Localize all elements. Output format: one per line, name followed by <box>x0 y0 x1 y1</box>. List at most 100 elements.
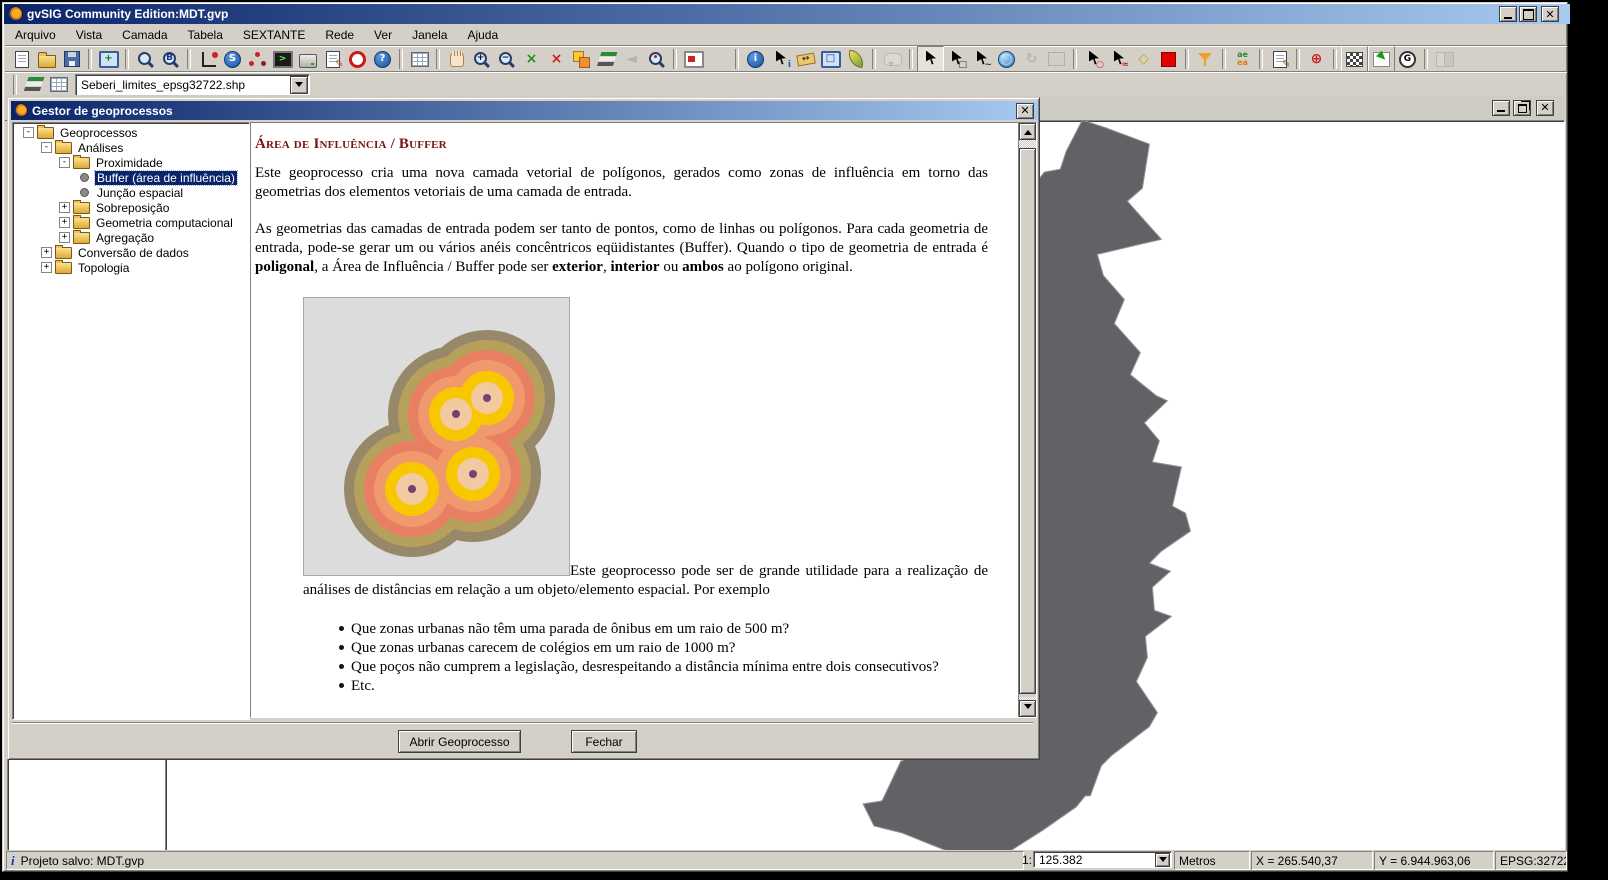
info-button[interactable]: i <box>743 47 768 71</box>
tree-item-topologia[interactable]: +Topologia <box>13 260 249 275</box>
extra-panel-button[interactable] <box>1044 47 1069 71</box>
layer-stack-button[interactable] <box>594 47 619 71</box>
select-view-globe-button[interactable] <box>994 47 1019 71</box>
select-point-button[interactable] <box>917 46 944 72</box>
project-preview-button[interactable] <box>133 47 158 71</box>
menu-item-sextante[interactable]: SEXTANTE <box>233 26 315 44</box>
zoom-out-button[interactable]: − <box>494 47 519 71</box>
scroll-thumb[interactable] <box>1019 148 1036 694</box>
close-button[interactable]: ✕ <box>1541 6 1559 22</box>
layer-selector[interactable]: Seberi_limites_epsg32722.shp <box>75 74 310 96</box>
layer-visibility-icon[interactable] <box>21 73 46 97</box>
select-lasso-button[interactable]: ~ <box>969 47 994 71</box>
menu-item-arquivo[interactable]: Arquivo <box>5 26 66 44</box>
menu-item-ajuda[interactable]: Ajuda <box>457 26 508 44</box>
tree-item-buffer[interactable]: Buffer (área de influência) <box>13 170 249 185</box>
scale-dropdown-button[interactable] <box>1155 853 1170 867</box>
table-manager-button[interactable] <box>407 47 432 71</box>
tree-item-agregacao[interactable]: +Agregação <box>13 230 249 245</box>
view-restore-button[interactable] <box>1513 100 1531 116</box>
locator-button[interactable] <box>706 47 731 71</box>
geolocation-g-button[interactable]: G <box>1395 47 1420 71</box>
new-document-button[interactable] <box>9 47 34 71</box>
tree-item-juncao-espacial[interactable]: Junção espacial <box>13 185 249 200</box>
open-geoprocess-button[interactable]: Abrir Geoprocesso <box>398 730 521 753</box>
menu-item-ver[interactable]: Ver <box>364 26 402 44</box>
menu-item-vista[interactable]: Vista <box>66 26 112 44</box>
tree-item-analises[interactable]: -Análises <box>13 140 249 155</box>
open-project-button[interactable] <box>34 47 59 71</box>
vector-selection-button[interactable] <box>1368 46 1395 72</box>
content-scrollbar[interactable] <box>1018 123 1036 717</box>
scroll-down-button[interactable] <box>1019 700 1036 717</box>
zoom-in-button[interactable]: + <box>469 47 494 71</box>
zoom-selection-button[interactable]: • <box>644 47 669 71</box>
new-view-button[interactable]: + <box>96 47 121 71</box>
maximize-button[interactable] <box>1519 6 1537 22</box>
minimize-button[interactable] <box>1499 6 1517 22</box>
zoom-previous-button[interactable]: × <box>544 47 569 71</box>
measure-distance-button[interactable]: ↔ <box>793 47 818 71</box>
add-event-layer-button[interactable] <box>195 47 220 71</box>
navigation-back-button[interactable]: ◄ <box>619 47 644 71</box>
view-close-button[interactable]: ✕ <box>1536 100 1554 116</box>
zoom-full-extent-button[interactable]: × <box>519 47 544 71</box>
find-by-id-button[interactable]: B <box>158 47 183 71</box>
expand-icon[interactable]: + <box>59 232 70 243</box>
filter-button[interactable] <box>1193 47 1218 71</box>
menu-item-janela[interactable]: Janela <box>402 26 457 44</box>
tree-item-geoprocessos[interactable]: -Geoprocessos <box>13 125 249 140</box>
center-view-button[interactable]: ⊕ <box>1304 47 1329 71</box>
save-project-button[interactable] <box>59 47 84 71</box>
scale-selector[interactable]: 125.382 <box>1033 851 1172 868</box>
overview-map-button[interactable] <box>681 47 706 71</box>
gvsig-brand-button[interactable] <box>843 47 868 71</box>
record-target-button[interactable] <box>345 47 370 71</box>
measure-area-button[interactable]: □ <box>818 47 843 71</box>
raster-selection-button[interactable] <box>1341 46 1368 72</box>
query-point-button[interactable]: i <box>768 47 793 71</box>
menu-item-tabela[interactable]: Tabela <box>178 26 233 44</box>
select-rectangle-button[interactable]: □ <box>944 47 969 71</box>
select-buffer-button[interactable]: ◇ <box>1131 47 1156 71</box>
scroll-track[interactable] <box>1019 140 1036 148</box>
select-circle-button[interactable]: ○ <box>1081 47 1106 71</box>
sextante-toolbox-button[interactable]: S <box>220 47 245 71</box>
dialog-close-button[interactable]: ✕ <box>1016 103 1034 119</box>
toc-order-icon[interactable] <box>46 73 71 97</box>
close-dialog-button[interactable]: Fechar <box>571 730 637 753</box>
collapse-icon[interactable]: - <box>59 157 70 168</box>
tree-item-conversao-de-dados[interactable]: +Conversão de dados <box>13 245 249 260</box>
console-button[interactable]: > <box>270 47 295 71</box>
dialog-titlebar[interactable]: Gestor de geoprocessos ✕ <box>11 101 1038 120</box>
geoprocess-molecule-button[interactable] <box>245 47 270 71</box>
select-polyline-button[interactable]: ≈ <box>1106 47 1131 71</box>
tree-item-sobreposicao[interactable]: +Sobreposição <box>13 200 249 215</box>
toolbar-separator <box>399 49 403 69</box>
collapse-icon[interactable]: - <box>41 142 52 153</box>
expand-icon[interactable]: + <box>59 202 70 213</box>
tree-item-proximidade[interactable]: -Proximidade <box>13 155 249 170</box>
view-minimize-button[interactable] <box>1492 100 1510 116</box>
edit-attributes-button[interactable]: ✎ <box>1267 47 1292 71</box>
tile-windows-button[interactable] <box>1432 47 1457 71</box>
pan-button[interactable] <box>444 47 469 71</box>
main-titlebar[interactable]: gvSIG Community Edition:MDT.gvp ✕ <box>4 4 1570 24</box>
expand-icon[interactable]: + <box>41 247 52 258</box>
refresh-button[interactable]: ↻ <box>1019 47 1044 71</box>
annotation-button[interactable]: ✎ <box>320 47 345 71</box>
collapse-icon[interactable]: - <box>23 127 34 138</box>
export-database-button[interactable] <box>295 47 320 71</box>
stop-edit-button[interactable] <box>1156 47 1181 71</box>
expand-icon[interactable]: + <box>41 262 52 273</box>
tree-item-geometria-computacional[interactable]: +Geometria computacional <box>13 215 249 230</box>
menu-item-rede[interactable]: Rede <box>315 26 364 44</box>
zoom-layer-button[interactable] <box>569 47 594 71</box>
menu-item-camada[interactable]: Camada <box>112 26 177 44</box>
hyperlink-button[interactable] <box>880 47 905 71</box>
scroll-up-button[interactable] <box>1019 123 1036 140</box>
expand-icon[interactable]: + <box>59 217 70 228</box>
help-button[interactable]: ? <box>370 47 395 71</box>
layer-selector-dropdown-button[interactable] <box>290 76 308 94</box>
field-manager-button[interactable] <box>1230 47 1255 71</box>
